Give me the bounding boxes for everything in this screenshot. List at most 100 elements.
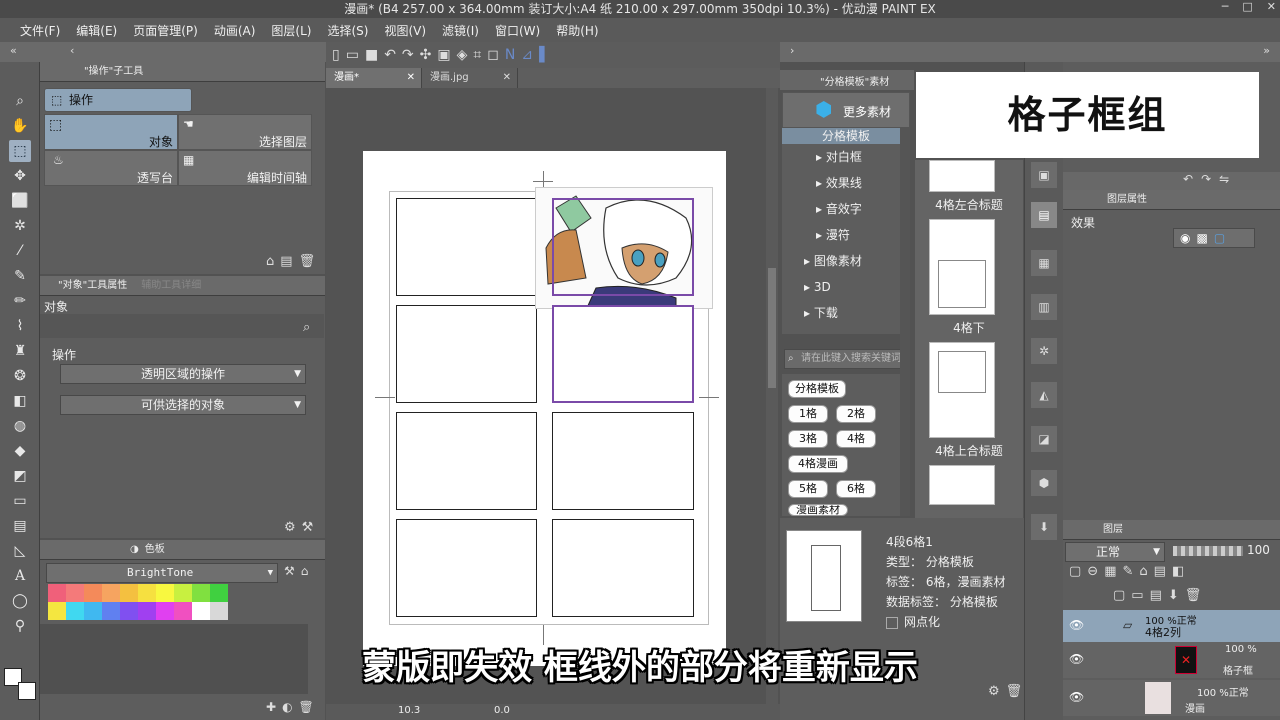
menu-view[interactable]: 视图(V) [376, 22, 434, 39]
new-raster-layer-icon[interactable]: ▢ [1113, 588, 1125, 608]
tree-item-sound-effect[interactable]: ▸ 音效字 [782, 196, 910, 222]
blend-tool-icon[interactable]: ◍ [9, 415, 31, 437]
replace-color-icon[interactable]: ◐ [282, 700, 292, 714]
clip-icon[interactable]: ⊖ [1087, 564, 1098, 586]
mask-icon[interactable]: ◧ [1172, 564, 1184, 586]
tag-manga-material[interactable]: 漫画素材 [788, 504, 848, 516]
panel-frame[interactable] [396, 305, 537, 403]
close-tab-icon[interactable]: ✕ [503, 68, 511, 88]
collapse-right-icon[interactable]: » [1263, 44, 1270, 57]
snap-ruler-icon[interactable]: N [505, 47, 515, 63]
undo-icon[interactable]: ↶ [384, 47, 396, 63]
panel-frame[interactable] [396, 519, 537, 617]
text-tool-icon[interactable]: A [9, 565, 31, 587]
panel-frame[interactable] [396, 198, 537, 296]
layer-color-icon[interactable]: ▢ [1069, 564, 1081, 586]
delete-subtool-icon[interactable]: 🗑 [299, 254, 316, 269]
menu-edit[interactable]: 编辑(E) [68, 22, 125, 39]
tag-6-panel[interactable]: 6格 [836, 480, 876, 498]
copy-subtool-icon[interactable]: ⌂ [266, 254, 274, 269]
opacity-value[interactable]: 100 [1247, 543, 1270, 557]
ruler-icon[interactable]: ◻ [487, 47, 499, 63]
correction-tool-icon[interactable]: ⚲ [9, 615, 31, 637]
delete-layer-icon[interactable]: 🗑 [1185, 588, 1202, 608]
fill-tool-icon[interactable]: ◆ [9, 440, 31, 462]
reference-icon[interactable]: ▦ [1104, 564, 1116, 586]
tag-3-panel[interactable]: 3格 [788, 430, 828, 448]
border-effect-icon[interactable]: ◉ [1180, 231, 1190, 245]
operation-tool-icon[interactable]: ⬚ [9, 140, 31, 162]
minimize-icon[interactable]: ─ [1222, 0, 1229, 13]
tab-manga[interactable]: 漫画* ✕ [326, 68, 422, 88]
brush-tool-icon[interactable]: ⌇ [9, 315, 31, 337]
color-swatch[interactable] [66, 584, 84, 602]
opacity-slider[interactable] [1173, 546, 1243, 556]
menu-filter[interactable]: 滤镜(I) [434, 22, 487, 39]
lock-transparent-icon[interactable]: ▤ [1154, 564, 1166, 586]
subtool-light-table[interactable]: ♨ 透写台 [44, 150, 178, 186]
frame-tool-icon[interactable]: ▤ [9, 515, 31, 537]
lock-icon[interactable]: ⌂ [1139, 564, 1147, 586]
wrench-icon[interactable]: ⚒ [284, 564, 295, 578]
color-swatch[interactable] [102, 584, 120, 602]
ruler-tool-icon[interactable]: ◺ [9, 540, 31, 562]
color-swatch[interactable] [120, 602, 138, 620]
tree-item-manga-symbol[interactable]: ▸ 漫符 [782, 222, 910, 248]
color-swatch[interactable] [192, 602, 210, 620]
color-swatch[interactable] [138, 584, 156, 602]
tree-item-effect-line[interactable]: ▸ 效果线 [782, 170, 910, 196]
color-swatch[interactable] [84, 584, 102, 602]
selection-tool-icon[interactable]: ⬜ [9, 190, 31, 212]
snap-grid-icon[interactable]: ▌ [539, 47, 550, 63]
color-swatch[interactable] [156, 602, 174, 620]
material-scrollbar[interactable] [900, 128, 910, 516]
selected-frame-top[interactable] [552, 198, 694, 296]
visibility-eye-icon[interactable]: 👁 [1069, 618, 1084, 632]
menu-layer[interactable]: 图层(L) [263, 22, 319, 39]
tag-frame-template[interactable]: 分格模板 [788, 380, 846, 398]
tree-item-3d[interactable]: ▸ 3D [782, 274, 910, 300]
flip-icon[interactable]: ⇋ [1219, 172, 1229, 190]
menu-window[interactable]: 窗口(W) [487, 22, 548, 39]
thumb-4-left-title[interactable] [929, 160, 995, 192]
tree-item-frame-template[interactable]: 分格模板 [782, 128, 910, 144]
tree-item-balloon[interactable]: ▸ 对白框 [782, 144, 910, 170]
color-set-dropdown[interactable]: BrightTone ▼ [46, 563, 278, 583]
main-tool-operation[interactable]: ⬚ 操作 [44, 88, 192, 112]
auto-select-icon[interactable]: ✲ [9, 215, 31, 237]
crop-icon[interactable]: ⌗ [473, 47, 481, 63]
tag-4-panel[interactable]: 4格 [836, 430, 876, 448]
menu-animation[interactable]: 动画(A) [206, 22, 264, 39]
tag-2-panel[interactable]: 2格 [836, 405, 876, 423]
tag-4-panel-manga[interactable]: 4格漫画 [788, 455, 848, 473]
manga-page[interactable] [363, 151, 726, 666]
material-search-input[interactable]: ⌕ 请在此键入搜索关键词 [784, 349, 910, 369]
wrench-icon[interactable]: ⚒ [302, 520, 314, 535]
figure-tool-icon[interactable]: ▭ [9, 490, 31, 512]
expand-right-icon[interactable]: › [790, 44, 794, 57]
color-swatch[interactable] [66, 602, 84, 620]
zoom-value[interactable]: 10.3 [398, 705, 420, 716]
navigator-icon[interactable]: ▣ [1031, 162, 1057, 188]
redo-icon[interactable]: ↷ [402, 47, 414, 63]
airbrush-tool-icon[interactable]: ♜ [9, 340, 31, 362]
gradient-tool-icon[interactable]: ◩ [9, 465, 31, 487]
subtool-edit-timeline[interactable]: ▦ 编辑时间轴 [178, 150, 312, 186]
menu-select[interactable]: 选择(S) [319, 22, 376, 39]
selected-frame-bottom[interactable] [552, 305, 694, 403]
color-wheel-tab-icon[interactable]: ◑ [130, 540, 139, 559]
menu-file[interactable]: 文件(F) [12, 22, 68, 39]
merge-down-icon[interactable]: ⬇ [1168, 588, 1179, 608]
collapse-panel-icon[interactable]: ‹ [70, 44, 74, 57]
new-folder-icon[interactable]: ▤ [1150, 588, 1162, 608]
rotation-value[interactable]: 0.0 [494, 705, 510, 716]
color-swatch[interactable] [210, 584, 228, 602]
canvas-vscroll-thumb[interactable] [768, 268, 776, 388]
thumb-4-top-title[interactable] [929, 342, 995, 438]
visibility-eye-icon[interactable]: 👁 [1069, 690, 1084, 704]
color-palette-tab[interactable]: 色板 [145, 540, 165, 559]
canvas-vscrollbar[interactable] [766, 88, 778, 706]
panel-frame[interactable] [552, 519, 694, 617]
subtool-select-layer[interactable]: ☚ 选择图层 [178, 114, 312, 150]
material-tone-icon[interactable]: ▦ [1031, 250, 1057, 276]
